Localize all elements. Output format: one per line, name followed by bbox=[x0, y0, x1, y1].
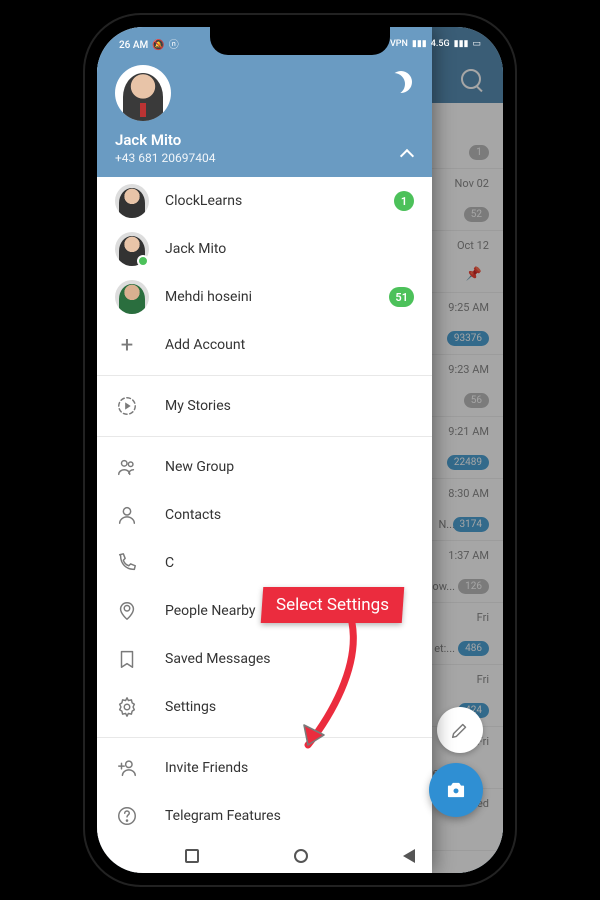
nfc-icon: ⓝ bbox=[169, 40, 179, 51]
notif-off-icon: 🔕 bbox=[152, 40, 164, 51]
signal-icon: ▮▮▮ bbox=[412, 39, 427, 49]
phone-frame: 26 AM🔕ⓝ VPN▮▮▮4.5G▮▮▮▭ 1Nov 0252Oct 12📌9… bbox=[85, 15, 515, 885]
contacts-item[interactable]: Contacts bbox=[97, 491, 432, 539]
divider bbox=[97, 737, 432, 738]
help-icon bbox=[115, 804, 139, 828]
drawer-scroll[interactable]: ClockLearns 1 Jack Mito Mehdi hoseini 51… bbox=[97, 177, 432, 873]
saved-messages-item[interactable]: Saved Messages bbox=[97, 635, 432, 683]
menu-label: Invite Friends bbox=[165, 760, 248, 776]
status-time: 26 AM bbox=[119, 40, 148, 51]
avatar bbox=[115, 184, 149, 218]
account-item-jack-mito[interactable]: Jack Mito bbox=[97, 225, 432, 273]
active-account-indicator-icon bbox=[137, 255, 149, 267]
net-indicator: 4.5G bbox=[431, 39, 450, 49]
avatar bbox=[115, 280, 149, 314]
account-item-clocklearns[interactable]: ClockLearns 1 bbox=[97, 177, 432, 225]
bookmark-icon bbox=[115, 647, 139, 671]
night-mode-icon[interactable] bbox=[390, 71, 412, 93]
menu-label: Add Account bbox=[165, 337, 245, 353]
telegram-features-item[interactable]: Telegram Features bbox=[97, 792, 432, 840]
account-name: Mehdi hoseini bbox=[165, 289, 252, 305]
signal-icon: ▮▮▮ bbox=[454, 39, 469, 49]
plus-icon: + bbox=[115, 333, 139, 357]
screen: 26 AM🔕ⓝ VPN▮▮▮4.5G▮▮▮▭ 1Nov 0252Oct 12📌9… bbox=[97, 27, 503, 873]
notch bbox=[210, 27, 390, 55]
profile-avatar[interactable] bbox=[115, 65, 171, 121]
invite-friends-item[interactable]: Invite Friends bbox=[97, 744, 432, 792]
menu-label: Saved Messages bbox=[165, 651, 271, 667]
edit-fab[interactable] bbox=[437, 707, 483, 753]
invite-icon bbox=[115, 756, 139, 780]
unread-badge: 51 bbox=[389, 287, 414, 307]
account-name: Jack Mito bbox=[165, 241, 226, 257]
menu-label: People Nearby bbox=[165, 603, 256, 619]
divider bbox=[97, 436, 432, 437]
settings-item[interactable]: Settings bbox=[97, 683, 432, 731]
back-button[interactable] bbox=[403, 849, 415, 863]
account-name: ClockLearns bbox=[165, 193, 242, 209]
navigation-drawer: Jack Mito +43 681 20697404 ClockLearns 1… bbox=[97, 27, 432, 873]
calls-item[interactable]: C bbox=[97, 539, 432, 587]
home-button[interactable] bbox=[294, 849, 308, 863]
profile-name: Jack Mito bbox=[115, 131, 414, 149]
new-group-item[interactable]: New Group bbox=[97, 443, 432, 491]
nearby-icon bbox=[115, 599, 139, 623]
camera-fab[interactable] bbox=[429, 763, 483, 817]
android-navbar bbox=[97, 839, 503, 873]
battery-icon: ▭ bbox=[472, 39, 481, 49]
annotation-arrow-icon bbox=[290, 617, 380, 757]
divider bbox=[97, 375, 432, 376]
menu-label: Telegram Features bbox=[165, 808, 281, 824]
unread-badge: 1 bbox=[394, 191, 414, 211]
profile-phone: +43 681 20697404 bbox=[115, 151, 414, 165]
menu-label: My Stories bbox=[165, 398, 231, 414]
add-account-item[interactable]: + Add Account bbox=[97, 321, 432, 369]
menu-label: Settings bbox=[165, 699, 216, 715]
account-item-mehdi[interactable]: Mehdi hoseini 51 bbox=[97, 273, 432, 321]
vpn-indicator: VPN bbox=[390, 39, 408, 49]
menu-label: C bbox=[165, 555, 174, 571]
tutorial-annotation: Select Settings bbox=[262, 587, 403, 623]
chevron-up-icon[interactable] bbox=[400, 147, 414, 161]
person-icon bbox=[115, 503, 139, 527]
my-stories-item[interactable]: My Stories bbox=[97, 382, 432, 430]
stories-icon bbox=[115, 394, 139, 418]
recents-button[interactable] bbox=[185, 849, 199, 863]
group-icon bbox=[115, 455, 139, 479]
gear-icon bbox=[115, 695, 139, 719]
menu-label: New Group bbox=[165, 459, 234, 475]
menu-label: Contacts bbox=[165, 507, 221, 523]
phone-icon bbox=[115, 551, 139, 575]
